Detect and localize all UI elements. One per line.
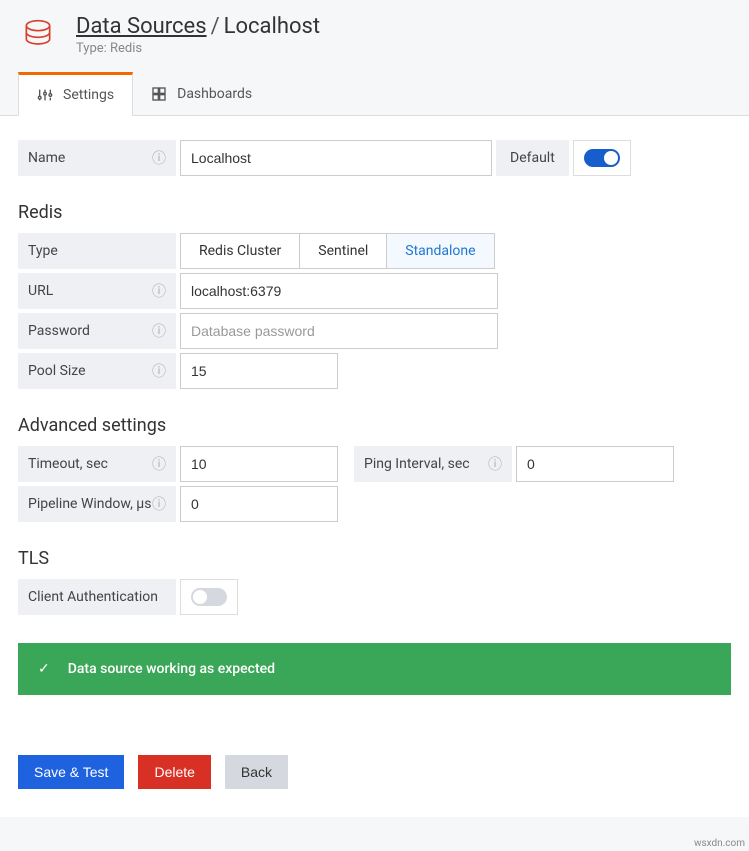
- check-icon: ✓: [38, 661, 50, 677]
- row-url: URL ⓘ: [18, 273, 731, 309]
- row-client-auth: Client Authentication: [18, 579, 731, 615]
- name-input[interactable]: [180, 140, 492, 176]
- status-alert: ✓ Data source working as expected: [18, 643, 731, 695]
- pipeline-input[interactable]: [180, 486, 338, 522]
- dashboard-icon: [151, 86, 167, 102]
- section-tls-title: TLS: [18, 548, 731, 569]
- info-icon[interactable]: ⓘ: [152, 361, 166, 381]
- password-input[interactable]: [180, 313, 498, 349]
- footer-buttons: Save & Test Delete Back: [18, 755, 731, 789]
- name-label: Name ⓘ: [18, 140, 176, 176]
- default-label: Default: [496, 140, 569, 176]
- alert-message: Data source working as expected: [68, 661, 275, 677]
- client-auth-toggle-wrap: [180, 579, 238, 615]
- row-name: Name ⓘ Default: [18, 140, 731, 176]
- sliders-icon: [37, 87, 53, 103]
- row-password: Password ⓘ: [18, 313, 731, 349]
- info-icon[interactable]: ⓘ: [152, 454, 166, 474]
- info-icon[interactable]: ⓘ: [488, 454, 502, 474]
- info-icon[interactable]: ⓘ: [152, 148, 166, 168]
- password-label: Password ⓘ: [18, 313, 176, 349]
- type-option-standalone[interactable]: Standalone: [387, 234, 493, 268]
- url-input[interactable]: [180, 273, 498, 309]
- row-pipeline: Pipeline Window, μs ⓘ: [18, 486, 731, 522]
- ping-input[interactable]: [516, 446, 674, 482]
- default-toggle[interactable]: [584, 149, 620, 167]
- client-auth-label: Client Authentication: [18, 579, 176, 615]
- row-type: Type Redis Cluster Sentinel Standalone: [18, 233, 731, 269]
- datasource-type-label: Type: Redis: [76, 41, 320, 56]
- type-label: Type: [18, 233, 176, 269]
- poolsize-input[interactable]: [180, 353, 338, 389]
- default-toggle-wrap: [573, 140, 631, 176]
- timeout-label: Timeout, sec ⓘ: [18, 446, 176, 482]
- row-timeout-ping: Timeout, sec ⓘ Ping Interval, sec ⓘ: [18, 446, 731, 482]
- tab-dashboards-label: Dashboards: [177, 86, 252, 102]
- breadcrumb-root-link[interactable]: Data Sources: [76, 14, 207, 39]
- timeout-input[interactable]: [180, 446, 338, 482]
- type-option-sentinel[interactable]: Sentinel: [300, 234, 387, 268]
- redis-logo-icon: [18, 14, 58, 54]
- type-button-group: Redis Cluster Sentinel Standalone: [180, 233, 495, 269]
- section-advanced-title: Advanced settings: [18, 415, 731, 436]
- client-auth-toggle[interactable]: [191, 588, 227, 606]
- back-button[interactable]: Back: [225, 755, 288, 789]
- row-poolsize: Pool Size ⓘ: [18, 353, 731, 389]
- ping-label: Ping Interval, sec ⓘ: [354, 446, 512, 482]
- delete-button[interactable]: Delete: [138, 755, 210, 789]
- url-label: URL ⓘ: [18, 273, 176, 309]
- tab-settings[interactable]: Settings: [18, 72, 133, 116]
- info-icon[interactable]: ⓘ: [152, 281, 166, 301]
- section-redis-title: Redis: [18, 202, 731, 223]
- save-test-button[interactable]: Save & Test: [18, 755, 124, 789]
- breadcrumb: Data Sources/Localhost: [76, 14, 320, 39]
- poolsize-label: Pool Size ⓘ: [18, 353, 176, 389]
- pipeline-label: Pipeline Window, μs ⓘ: [18, 486, 176, 522]
- info-icon[interactable]: ⓘ: [152, 321, 166, 341]
- type-option-cluster[interactable]: Redis Cluster: [181, 234, 300, 268]
- tabs: Settings Dashboards: [0, 72, 749, 116]
- watermark: wsxdn.com: [694, 838, 745, 849]
- page-header: Data Sources/Localhost Type: Redis: [0, 0, 749, 62]
- info-icon[interactable]: ⓘ: [152, 494, 166, 514]
- tab-settings-label: Settings: [63, 87, 114, 103]
- tab-dashboards[interactable]: Dashboards: [133, 72, 270, 115]
- breadcrumb-current: Localhost: [224, 14, 320, 39]
